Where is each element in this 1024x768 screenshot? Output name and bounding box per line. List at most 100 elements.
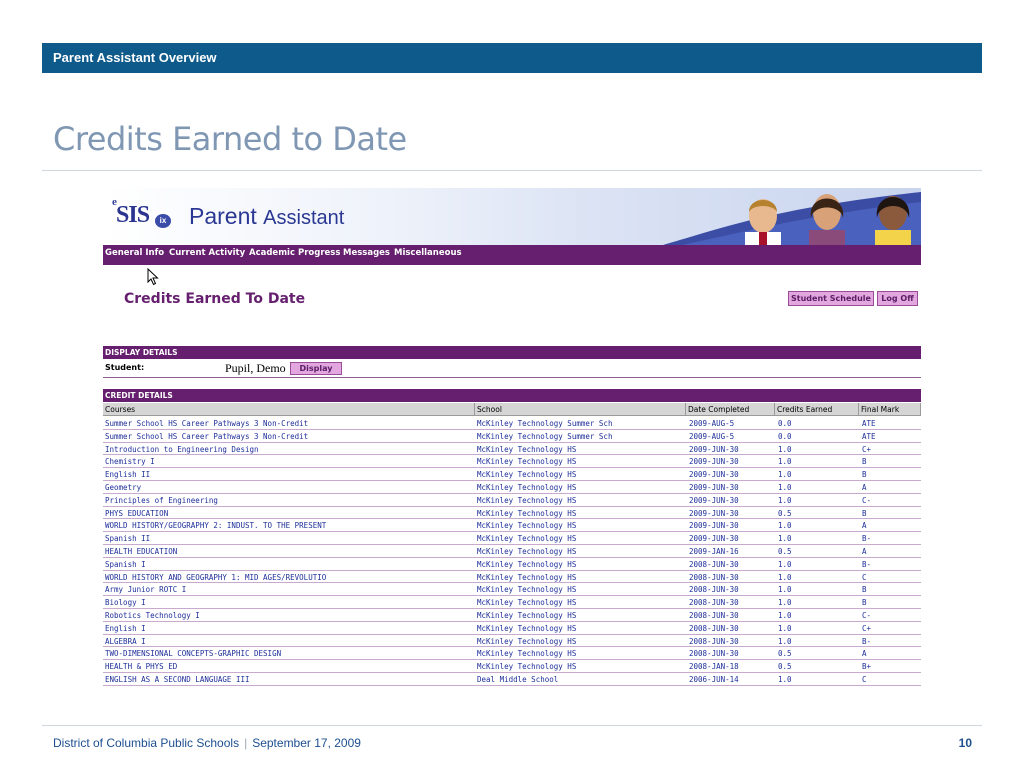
- mark-cell: B-: [862, 636, 872, 646]
- course-cell: HEALTH EDUCATION: [105, 547, 178, 556]
- date-cell: 2008-JUN-30: [689, 636, 739, 646]
- date-cell: 2008-JUN-30: [689, 572, 739, 582]
- nav-general-info[interactable]: General Info: [105, 248, 164, 258]
- mouse-cursor-icon: [147, 268, 159, 286]
- table-row: WORLD HISTORY/GEOGRAPHY 2: INDUST. TO TH…: [103, 519, 921, 533]
- credits-cell: 1.0: [778, 534, 792, 544]
- course-cell: Robotics Technology I: [105, 611, 200, 620]
- column-header-courses: Courses: [103, 403, 475, 416]
- mark-cell: A: [862, 547, 867, 556]
- course-cell: PHYS EDUCATION: [105, 508, 169, 518]
- course-cell: Army Junior ROTC I: [105, 585, 187, 595]
- course-cell: Spanish I: [105, 559, 146, 569]
- slide-footer: District of Columbia Public Schools | Sept…: [53, 736, 361, 750]
- footer-org: District of Columbia Public Schools: [53, 736, 240, 750]
- nav-messages[interactable]: Messages: [343, 248, 390, 258]
- school-cell: Deal Middle School: [477, 675, 559, 684]
- course-cell: WORLD HISTORY AND GEOGRAPHY 1: MID AGES/…: [105, 572, 327, 582]
- column-header-label: Final Mark: [861, 405, 900, 414]
- school-cell: McKinley Technology HS: [477, 457, 577, 467]
- mark-cell: A: [862, 521, 867, 531]
- credits-cell: 1.0: [778, 585, 792, 595]
- date-cell: 2008-JUN-30: [689, 649, 739, 659]
- school-cell: McKinley Technology HS: [477, 623, 577, 633]
- credits-cell: 0.5: [778, 662, 792, 672]
- credits-cell: 1.0: [778, 611, 792, 620]
- credits-cell: 1.0: [778, 636, 792, 646]
- slide-header-text: Parent Assistant Overview: [53, 50, 217, 65]
- course-cell: Summer School HS Career Pathways 3 Non-C…: [105, 419, 309, 428]
- column-header-label: Credits Earned: [777, 405, 833, 414]
- title-divider: [42, 170, 982, 171]
- school-cell: McKinley Technology Summer Sch: [477, 431, 613, 441]
- date-cell: 2009-JUN-30: [689, 534, 739, 544]
- student-photos-graphic: [745, 194, 911, 245]
- column-header-credits-earned: Credits Earned: [775, 403, 859, 416]
- date-cell: 2009-JUN-30: [689, 444, 739, 454]
- footer-separator: |: [244, 736, 248, 750]
- mark-cell: B: [862, 585, 867, 595]
- credits-cell: 0.0: [778, 431, 792, 441]
- school-cell: McKinley Technology HS: [477, 662, 577, 672]
- course-cell: ENGLISH AS A SECOND LANGUAGE III: [105, 675, 250, 684]
- date-cell: 2009-JUN-30: [689, 521, 739, 531]
- school-cell: McKinley Technology HS: [477, 444, 577, 454]
- table-row: Geometry McKinley Technology HS 2009-JUN-3…: [103, 481, 921, 494]
- page-heading: Credits Earned To Date: [124, 291, 306, 307]
- school-cell: McKinley Technology HS: [477, 521, 577, 531]
- page-number: 10: [958, 736, 972, 750]
- column-header-final-mark: Final Mark: [859, 403, 921, 416]
- credits-cell: 1.0: [778, 444, 792, 454]
- table-row: Introduction to Engineering Design McKinl…: [103, 443, 921, 456]
- credits-cell: 1.0: [778, 572, 792, 582]
- credit-details-bar: CREDIT DETAILS: [103, 389, 921, 402]
- nav-academic-progress[interactable]: Academic Progress: [249, 248, 340, 258]
- credits-cell: 1.0: [778, 495, 792, 505]
- course-cell: Geometry: [105, 483, 142, 492]
- mark-cell: A: [862, 483, 867, 492]
- course-cell: Chemistry I: [105, 457, 155, 467]
- course-cell: ALGEBRA I: [105, 636, 146, 646]
- table-row: Biology I McKinley Technology HS 2008-JUN-…: [103, 596, 921, 609]
- brand-main: Parent: [189, 203, 257, 229]
- display-details-bar: DISPLAY DETAILS: [103, 346, 921, 359]
- slide-title: Credits Earned to Date: [53, 120, 407, 158]
- display-button[interactable]: Display: [290, 362, 342, 375]
- table-row: Spanish II McKinley Technology HS 2009-JUN…: [103, 532, 921, 545]
- student-schedule-button[interactable]: Student Schedule: [788, 291, 874, 306]
- table-row: English I McKinley Technology HS 2008-JUN-…: [103, 622, 921, 635]
- footer-date: September 17, 2009: [252, 736, 361, 750]
- school-cell: McKinley Technology HS: [477, 495, 577, 505]
- mark-cell: B: [862, 470, 867, 480]
- table-row: Summer School HS Career Pathways 3 Non-C…: [103, 430, 921, 443]
- display-details-row: Student: Pupil, Demo Display: [103, 360, 921, 378]
- nav-miscellaneous[interactable]: Miscellaneous: [394, 248, 462, 258]
- credits-cell: 1.0: [778, 559, 792, 569]
- course-cell: Spanish II: [105, 534, 151, 544]
- date-cell: 2008-JUN-30: [689, 559, 739, 569]
- course-cell: Principles of Engineering: [105, 495, 218, 505]
- nav-current-activity[interactable]: Current Activity: [169, 248, 245, 258]
- table-row: ENGLISH AS A SECOND LANGUAGE III Deal Mid…: [103, 673, 921, 686]
- log-off-button[interactable]: Log Off: [877, 291, 918, 306]
- course-cell: English I: [105, 623, 146, 633]
- table-row: Chemistry I McKinley Technology HS 2009-JU…: [103, 455, 921, 469]
- course-cell: HEALTH & PHYS ED: [105, 662, 178, 672]
- mark-cell: ATE: [862, 419, 876, 428]
- table-row: Principles of Engineering McKinley Techno…: [103, 494, 921, 507]
- mark-cell: C+: [862, 623, 872, 633]
- date-cell: 2009-AUG-5: [689, 431, 735, 441]
- student-label: Student:: [105, 363, 145, 372]
- column-header-label: Courses: [105, 405, 136, 414]
- credits-cell: 1.0: [778, 483, 792, 492]
- date-cell: 2008-JUN-30: [689, 611, 739, 620]
- table-row: Robotics Technology I McKinley Technology…: [103, 609, 921, 622]
- school-cell: McKinley Technology HS: [477, 649, 577, 659]
- column-header-label: School: [477, 405, 502, 414]
- column-header-school: School: [475, 403, 686, 416]
- school-cell: McKinley Technology HS: [477, 636, 577, 646]
- credits-cell: 0.5: [778, 508, 792, 518]
- column-header-date-completed: Date Completed: [686, 403, 775, 416]
- table-row: English II McKinley Technology HS 2009-JUN…: [103, 468, 921, 481]
- display-details-title: DISPLAY DETAILS: [105, 348, 178, 357]
